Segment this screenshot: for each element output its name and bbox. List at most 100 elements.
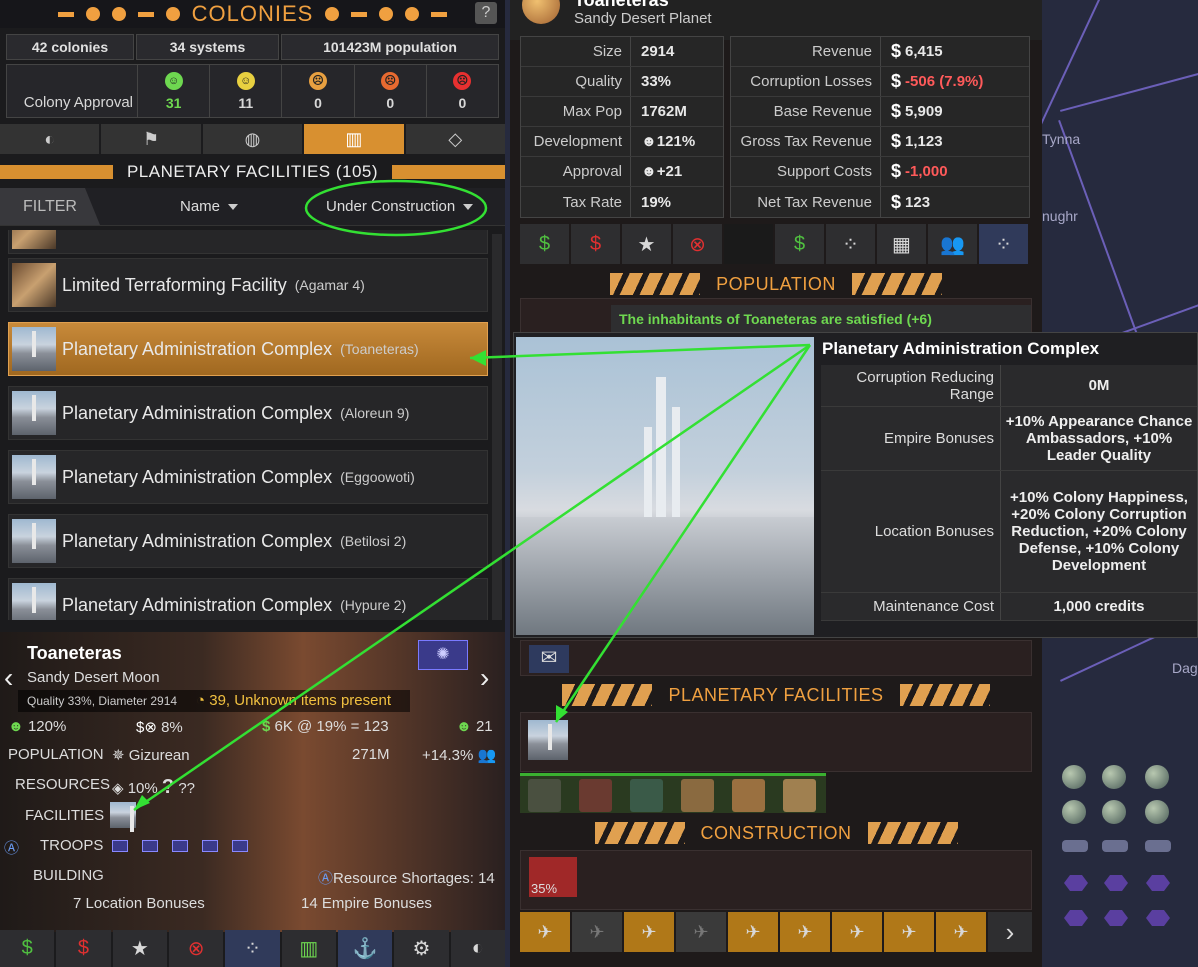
resource-row[interactable]: ◈ 10% ? ?? (112, 776, 195, 799)
facility-list-scrollbar[interactable] (492, 234, 502, 620)
planet-icon[interactable] (1062, 765, 1086, 789)
race-row[interactable]: ✵ Gizurean (112, 746, 190, 764)
ship-option[interactable]: ✈ (780, 912, 830, 952)
facility-option[interactable] (783, 779, 816, 812)
dots-button[interactable]: ⁘ (826, 224, 875, 264)
money-bag-red-button[interactable]: $ (571, 224, 620, 264)
fleet-icon[interactable] (1064, 910, 1088, 926)
fleet-icon[interactable] (1104, 910, 1128, 926)
money-bag-icon: $ (589, 232, 602, 255)
facility-thumbnail (12, 391, 56, 435)
facility-option[interactable] (579, 779, 612, 812)
stat-label: Size (521, 37, 631, 66)
ship-option[interactable]: ✈ (676, 912, 726, 952)
facility-thumbnail (12, 583, 56, 620)
ship-option[interactable]: ✈ (936, 912, 986, 952)
fleet-icon[interactable] (1104, 875, 1128, 891)
facility-button[interactable]: ▥ (281, 930, 336, 967)
list-item[interactable]: Planetary Administration Complex (Eggoow… (8, 450, 488, 504)
tab-colonize[interactable]: ⚑ (101, 124, 201, 154)
empire-emblem-icon[interactable]: ✺ (418, 640, 468, 670)
tax-button[interactable]: $ (775, 224, 824, 264)
money-bag-green-button[interactable]: $ (0, 930, 55, 967)
fleet-icon[interactable] (1064, 875, 1088, 891)
planet-icon[interactable] (1062, 800, 1086, 824)
list-item[interactable]: Planetary Administration Complex (Betilo… (8, 514, 488, 568)
ship-option[interactable]: ✈ (572, 912, 622, 952)
previous-planet-icon[interactable]: ‹ (4, 662, 13, 694)
list-item[interactable]: Planetary Administration Complex (Hypure… (8, 578, 488, 620)
troop-icon[interactable] (232, 840, 248, 852)
ship-option[interactable]: ✈ (728, 912, 778, 952)
tab-systems[interactable]: ◍ (202, 124, 303, 154)
fleet-icon[interactable] (1146, 910, 1170, 926)
next-page-button[interactable]: › (988, 912, 1032, 952)
map-label-nughr[interactable]: nughr (1042, 208, 1078, 224)
bottom-action-bar: $ $ ★ ⊗ ⁘ ▥ ⚓ ⚙ ◐ (0, 930, 505, 967)
troop-icon[interactable] (172, 840, 188, 852)
people-button[interactable]: 👥 (928, 224, 977, 264)
facility-thumbnail[interactable] (110, 802, 136, 832)
ship-option[interactable]: ✈ (624, 912, 674, 952)
map-label-dag[interactable]: Dag (1172, 660, 1198, 676)
list-item[interactable]: Limited Terraforming Facility (Agamar 4) (8, 258, 488, 312)
planetary-facilities-title: PLANETARY FACILITIES (668, 684, 884, 705)
next-planet-icon[interactable]: › (480, 662, 489, 694)
tooltip-title: Planetary Administration Complex (822, 339, 1100, 358)
ship-option[interactable]: ✈ (520, 912, 570, 952)
population-title: POPULATION (716, 273, 836, 294)
grid-button[interactable]: ▦ (877, 224, 926, 264)
construction-progress[interactable]: 35% (529, 857, 577, 897)
sort-dropdown[interactable]: Name (180, 198, 239, 215)
location-bonuses[interactable]: 7 Location Bonuses (73, 895, 205, 912)
tab-facilities[interactable]: ▥ (304, 124, 404, 154)
empire-bonuses[interactable]: 14 Empire Bonuses (301, 895, 432, 912)
ship-icon[interactable] (1062, 840, 1088, 852)
envelope-icon[interactable]: ✉ (529, 645, 569, 673)
tab-planets[interactable]: ◐ (0, 124, 100, 154)
list-item-selected[interactable]: Planetary Administration Complex (Toanet… (8, 322, 488, 376)
ship-icon: ✈ (953, 922, 969, 942)
ship-option[interactable]: ✈ (832, 912, 882, 952)
favorite-button[interactable]: ★ (112, 930, 167, 967)
ship-icon[interactable] (1102, 840, 1128, 852)
dots-blue-button[interactable]: ⁘ (979, 224, 1028, 264)
planet-icon[interactable] (1145, 800, 1169, 824)
facility-thumbnail[interactable] (528, 720, 568, 760)
facility-option[interactable] (630, 779, 663, 812)
list-item[interactable]: Planetary Administration Complex (Aloreu… (8, 386, 488, 440)
settings-button[interactable]: ⚙ (394, 930, 449, 967)
facility-location: (Agamar 4) (294, 277, 365, 293)
repair-button[interactable]: ⚓ (337, 930, 393, 967)
troop-icon[interactable] (142, 840, 158, 852)
resource-shortages[interactable]: ⒶResource Shortages: 14 (318, 867, 495, 888)
status-dropdown[interactable]: Under Construction (326, 198, 474, 215)
unhappy-face-icon: ☹ (381, 71, 400, 90)
money-bag-green-button[interactable]: $ (520, 224, 569, 264)
facility-option[interactable] (681, 779, 714, 812)
map-label-tynna[interactable]: Tynna (1042, 131, 1080, 147)
tab-resources[interactable]: ◇ (405, 124, 506, 154)
planet-icon[interactable] (1145, 765, 1169, 789)
troop-icon[interactable] (202, 840, 218, 852)
help-button[interactable]: ? (475, 2, 497, 24)
cancel-button[interactable]: ⊗ (168, 930, 224, 967)
globe-icon: ◍ (244, 128, 261, 149)
cancel-button[interactable]: ⊗ (673, 224, 722, 264)
ship-icon[interactable] (1145, 840, 1171, 852)
planet-button[interactable]: ◐ (450, 930, 505, 967)
list-item[interactable] (8, 230, 488, 254)
auto-troops-icon[interactable]: Ⓐ (4, 837, 19, 858)
favorite-button[interactable]: ★ (622, 224, 671, 264)
facility-option[interactable] (528, 779, 561, 812)
planet-icon[interactable] (1102, 765, 1126, 789)
filter-button[interactable]: FILTER (0, 188, 100, 225)
ship-option[interactable]: ✈ (884, 912, 934, 952)
money-bag-red-button[interactable]: $ (56, 930, 111, 967)
construction-options: ✈ ✈ ✈ ✈ ✈ ✈ ✈ ✈ ✈ › (520, 912, 1032, 952)
dots-button[interactable]: ⁘ (225, 930, 280, 967)
planet-icon[interactable] (1102, 800, 1126, 824)
facility-option[interactable] (732, 779, 765, 812)
fleet-icon[interactable] (1146, 875, 1170, 891)
troop-icon[interactable] (112, 840, 128, 852)
